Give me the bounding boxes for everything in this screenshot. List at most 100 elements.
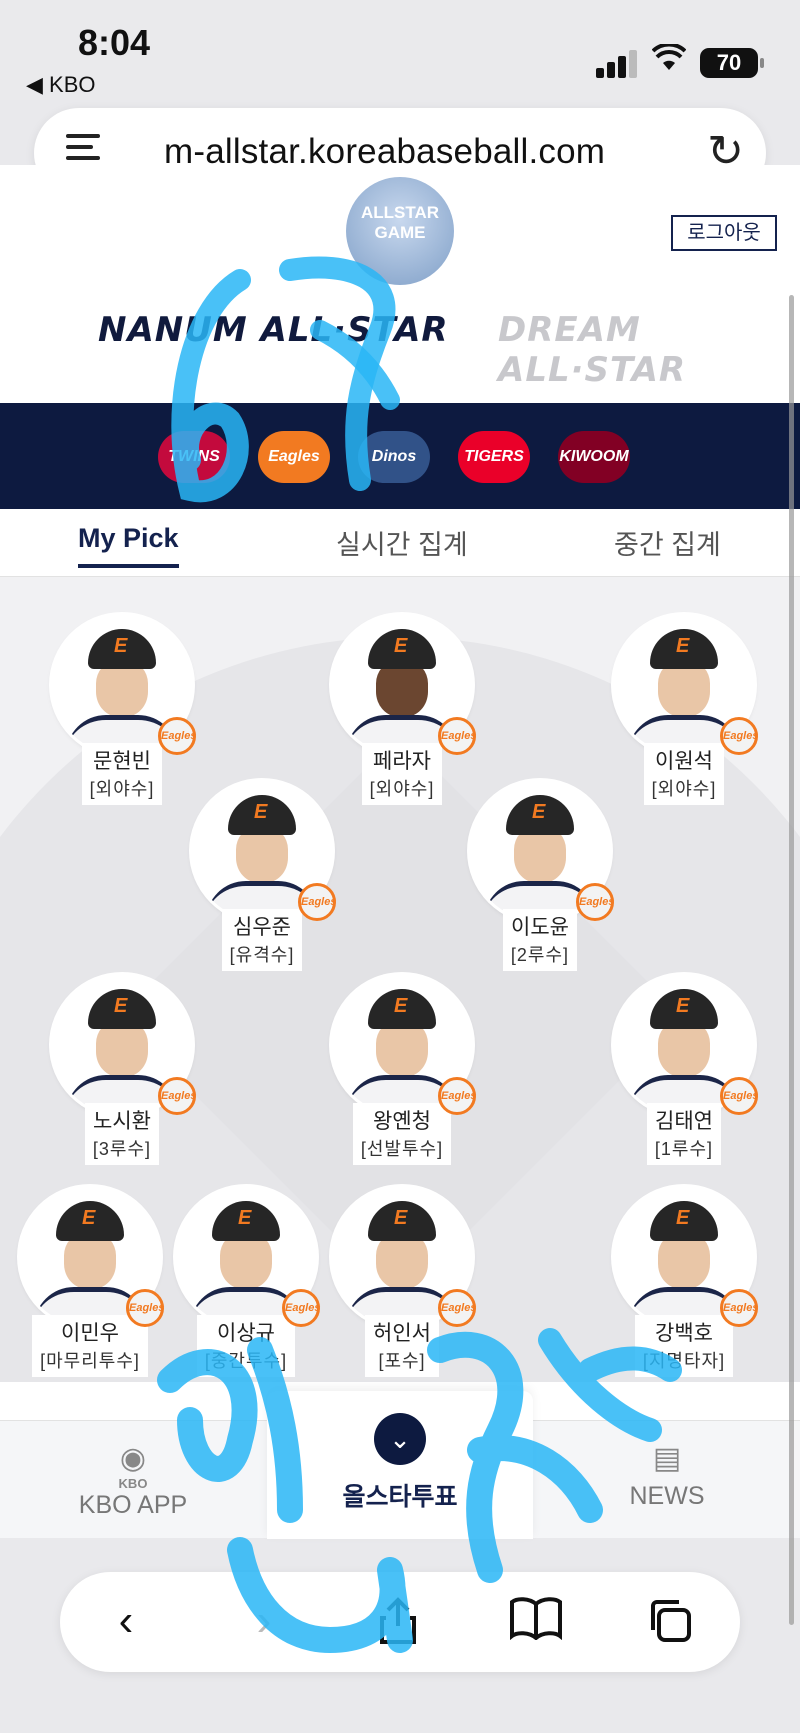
player-position: [외야수]: [369, 779, 435, 799]
player-card[interactable]: Eagles 이상규 [중간투수]: [176, 1187, 320, 1377]
cap-icon: [88, 989, 156, 1029]
tab-my-pick[interactable]: My Pick: [78, 523, 179, 568]
club-logo-tigers: TIGERS: [458, 431, 530, 483]
player-name: 이상규: [217, 1322, 275, 1345]
cap-icon: [368, 629, 436, 669]
player-label: 이도윤 [2루수]: [502, 909, 578, 971]
eagles-badge-icon: Eagles: [438, 1289, 476, 1327]
browser-toolbar: ‹ ›: [60, 1572, 740, 1672]
player-position: [포수]: [378, 1351, 426, 1371]
cap-icon: [212, 1201, 280, 1241]
nav-news[interactable]: ▤ NEWS: [534, 1421, 800, 1539]
tab-live-count[interactable]: 실시간 집계: [336, 523, 468, 562]
club-logo-strip: TWINS Eagles Dinos TIGERS KIWOOM: [0, 403, 800, 509]
eagles-badge-icon: Eagles: [438, 1077, 476, 1115]
web-page: ALLSTAR GAME 로그아웃 NANUM ALL·STAR DREAM A…: [0, 165, 800, 1539]
player-card[interactable]: Eagles 왕옌청 [선발투수]: [332, 975, 476, 1165]
player-label: 강백호 [지명타자]: [634, 1315, 734, 1377]
player-name: 김태연: [655, 1110, 713, 1133]
player-label: 왕옌청 [선발투수]: [352, 1103, 452, 1165]
player-position: [1루수]: [654, 1139, 714, 1159]
player-position: [선발투수]: [360, 1139, 444, 1159]
cap-icon: [368, 1201, 436, 1241]
eagles-badge-icon: Eagles: [576, 883, 614, 921]
eagles-badge-icon: Eagles: [438, 717, 476, 755]
club-logo-dinos: Dinos: [358, 431, 430, 483]
cap-icon: [228, 795, 296, 835]
cellular-signal-icon: [596, 50, 637, 78]
back-icon[interactable]: ‹: [96, 1596, 156, 1646]
eagles-badge-icon: Eagles: [158, 1077, 196, 1115]
player-label: 김태연 [1루수]: [646, 1103, 722, 1165]
player-card[interactable]: Eagles 심우준 [유격수]: [192, 781, 336, 971]
cap-icon: [650, 1201, 718, 1241]
cap-icon: [88, 629, 156, 669]
eagles-badge-icon: Eagles: [298, 883, 336, 921]
eagles-badge-icon: Eagles: [720, 1077, 758, 1115]
player-card[interactable]: Eagles 강백호 [지명타자]: [614, 1187, 758, 1377]
eagles-badge-icon: Eagles: [720, 717, 758, 755]
bottom-nav: ◉ KBO KBO APP ⌄ 올스타투표 ▤ NEWS: [0, 1391, 800, 1539]
player-position: [지명타자]: [642, 1351, 726, 1371]
player-name: 노시환: [93, 1110, 151, 1133]
player-name: 문현빈: [93, 750, 151, 773]
player-label: 심우준 [유격수]: [221, 909, 303, 971]
player-label: 허인서 [포수]: [365, 1315, 439, 1377]
nav-allstar-vote[interactable]: ⌄ 올스타투표: [267, 1391, 533, 1539]
eagles-badge-icon: Eagles: [126, 1289, 164, 1327]
player-label: 노시환 [3루수]: [84, 1103, 160, 1165]
cap-icon: [368, 989, 436, 1029]
tabs-icon[interactable]: [640, 1596, 700, 1657]
player-position: [2루수]: [510, 945, 570, 965]
wifi-icon: [651, 42, 687, 80]
allstar-game-logo: ALLSTAR GAME: [346, 177, 454, 285]
tab-interim-count[interactable]: 중간 집계: [614, 523, 721, 562]
eagles-badge-icon: Eagles: [282, 1289, 320, 1327]
player-label: 페라자 [외야수]: [361, 743, 443, 805]
share-icon[interactable]: [368, 1596, 428, 1657]
player-card[interactable]: Eagles 이도윤 [2루수]: [470, 781, 614, 971]
forward-icon[interactable]: ›: [234, 1596, 294, 1646]
player-name: 이도윤: [511, 916, 569, 939]
cap-icon: [56, 1201, 124, 1241]
logout-button[interactable]: 로그아웃: [671, 215, 777, 251]
player-card[interactable]: Eagles 문현빈 [외야수]: [52, 615, 196, 805]
player-label: 이상규 [중간투수]: [196, 1315, 296, 1377]
player-position: [3루수]: [92, 1139, 152, 1159]
player-card[interactable]: Eagles 허인서 [포수]: [332, 1187, 476, 1377]
nav-kbo-app[interactable]: ◉ KBO KBO APP: [0, 1421, 266, 1539]
cap-icon: [506, 795, 574, 835]
status-bar: 8:04 ◀ KBO 70: [0, 0, 800, 100]
player-name: 강백호: [655, 1322, 713, 1345]
bookmarks-icon[interactable]: [506, 1596, 566, 1651]
player-card[interactable]: Eagles 김태연 [1루수]: [614, 975, 758, 1165]
player-card[interactable]: Eagles 노시환 [3루수]: [52, 975, 196, 1165]
scrollbar[interactable]: [789, 295, 794, 1625]
club-logo-twins: TWINS: [158, 431, 230, 483]
clock: 8:04: [78, 22, 151, 63]
baseball-field: Eagles 문현빈 [외야수] Eagles 페라자 [외야수] Eagles 이원석 [외야…: [0, 577, 800, 1382]
player-card[interactable]: Eagles 이원석 [외야수]: [614, 615, 758, 805]
cap-icon: [650, 629, 718, 669]
player-name: 왕옌청: [373, 1110, 431, 1133]
player-name: 심우준: [233, 916, 291, 939]
player-name: 이원석: [655, 750, 713, 773]
back-to-app-link[interactable]: ◀ KBO: [26, 72, 96, 98]
player-card[interactable]: Eagles 페라자 [외야수]: [332, 615, 476, 805]
player-position: [외야수]: [89, 779, 155, 799]
dream-allstar-tab[interactable]: DREAM ALL·STAR: [498, 310, 800, 390]
club-logo-kiwoom: KIWOOM: [558, 431, 630, 483]
nanum-allstar-tab[interactable]: NANUM ALL·STAR: [98, 310, 449, 350]
newspaper-icon: ▤: [652, 1442, 682, 1475]
player-position: [유격수]: [229, 945, 295, 965]
player-card[interactable]: Eagles 이민우 [마무리투수]: [20, 1187, 164, 1377]
player-label: 문현빈 [외야수]: [81, 743, 163, 805]
player-name: 이민우: [61, 1322, 119, 1345]
player-name: 페라자: [373, 750, 431, 773]
eagles-badge-icon: Eagles: [158, 717, 196, 755]
chevron-down-icon: ⌄: [374, 1413, 426, 1465]
cap-icon: [650, 989, 718, 1029]
eagles-badge-icon: Eagles: [720, 1289, 758, 1327]
club-logo-eagles: Eagles: [258, 431, 330, 483]
player-position: [중간투수]: [204, 1351, 288, 1371]
